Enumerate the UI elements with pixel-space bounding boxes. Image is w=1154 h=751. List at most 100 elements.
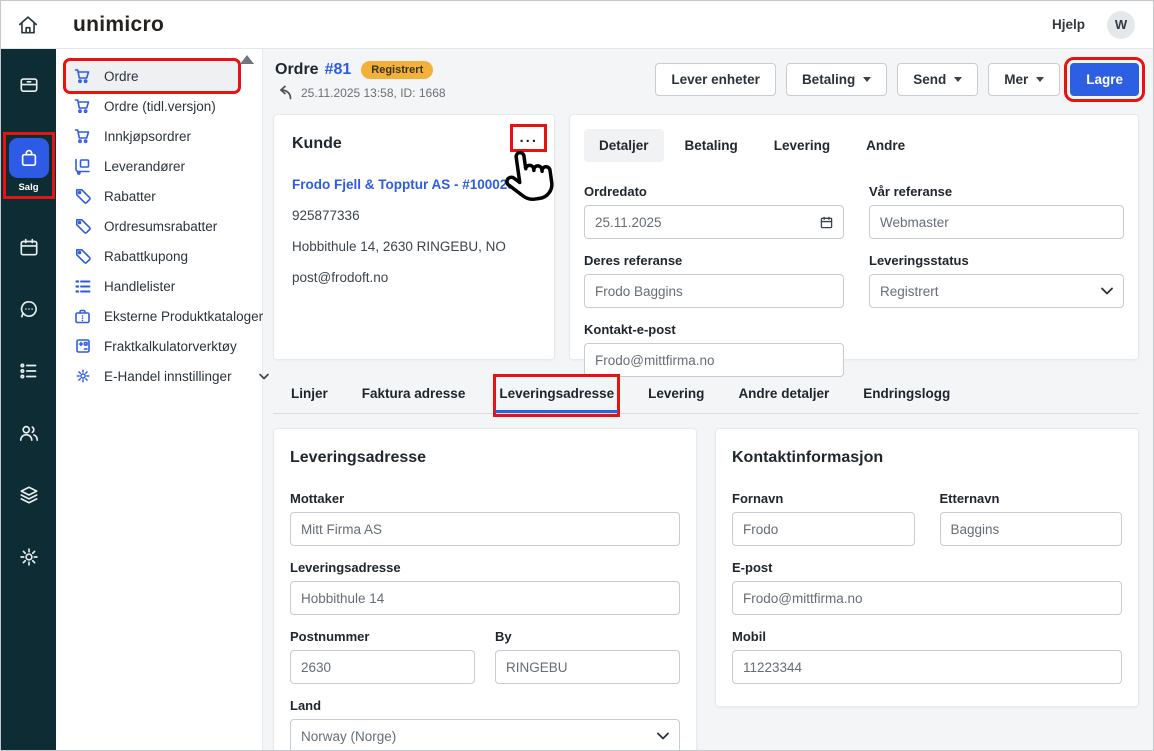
deres-referanse-label: Deres referanse: [584, 253, 844, 268]
sidebar-item-ehandel-innstillinger[interactable]: E-Handel innstillinger: [66, 361, 238, 391]
sidebar-item-label: Ordresumsrabatter: [104, 219, 217, 234]
chevron-down-icon: [259, 373, 269, 380]
contact-info-card: Kontaktinformasjon Fornavn Frodo Etterna…: [715, 428, 1139, 707]
fornavn-label: Fornavn: [732, 491, 915, 506]
customer-org-number: 925877336: [292, 208, 536, 223]
cart-icon: [74, 128, 91, 144]
kontakt-epost-label: Kontakt-e-post: [584, 322, 844, 337]
tab-faktura-adresse[interactable]: Faktura adresse: [360, 378, 468, 413]
iconbar-item-salg[interactable]: Salg: [6, 135, 52, 196]
sidebar-menu: Ordre Ordre (tidl.versjon) Innkjøpsordre…: [56, 49, 263, 750]
tag-icon: [74, 218, 91, 234]
calendar-icon[interactable]: [820, 216, 833, 229]
order-details-card: Detaljer Betaling Levering Andre Ordreda…: [569, 114, 1139, 360]
home-icon: [17, 14, 39, 36]
app-window: unimicro Hjelp W Salg: [0, 0, 1154, 751]
iconbar-item-people[interactable]: [18, 422, 40, 444]
briefcase-icon: [74, 308, 91, 324]
iconbar: Salg: [1, 49, 56, 750]
back-button[interactable]: [275, 85, 293, 100]
etternavn-input[interactable]: Baggins: [940, 512, 1123, 546]
home-button[interactable]: [1, 14, 55, 36]
cash-drawer-icon: [18, 73, 40, 95]
sidebar-item-rabattkupong[interactable]: Rabattkupong: [66, 241, 238, 271]
customer-address: Hobbithule 14, 2630 RINGEBU, NO: [292, 239, 536, 254]
tab-endringslogg[interactable]: Endringslogg: [861, 378, 952, 413]
by-input[interactable]: RINGEBU: [495, 650, 680, 684]
chat-icon: [18, 298, 40, 320]
sidebar-item-label: Rabattkupong: [104, 249, 188, 264]
delivery-card-title: Leveringsadresse: [290, 449, 680, 467]
menu-collapse-button[interactable]: [240, 55, 254, 64]
tab-detaljer[interactable]: Detaljer: [584, 129, 664, 162]
leveringsstatus-label: Leveringsstatus: [869, 253, 1124, 268]
help-link[interactable]: Hjelp: [1052, 17, 1085, 32]
calculator-icon: [74, 338, 91, 354]
leveringsadresse-input[interactable]: Hobbithule 14: [290, 581, 680, 615]
iconbar-item-calendar[interactable]: [18, 236, 40, 258]
chevron-down-icon: [657, 732, 669, 740]
sidebar-item-label: Ordre: [104, 69, 139, 84]
iconbar-item-tasks[interactable]: [18, 360, 40, 382]
gear-icon: [18, 546, 40, 568]
lever-enheter-button[interactable]: Lever enheter: [655, 63, 776, 96]
calendar-icon: [18, 236, 40, 258]
tag-icon: [74, 248, 91, 264]
sidebar-item-label: Fraktkalkulatorverktøy: [104, 339, 237, 354]
page-title: Ordre: [275, 61, 319, 79]
lagre-button[interactable]: Lagre: [1070, 63, 1139, 96]
ordredato-input[interactable]: 25.11.2025: [584, 205, 844, 239]
land-label: Land: [290, 698, 680, 713]
iconbar-item-layers[interactable]: [18, 484, 40, 506]
tab-levering-sub[interactable]: Levering: [646, 378, 706, 413]
mottaker-input[interactable]: Mitt Firma AS: [290, 512, 680, 546]
sidebar-item-label: E-Handel innstillinger: [104, 369, 232, 384]
tab-andre-detaljer[interactable]: Andre detaljer: [736, 378, 831, 413]
avatar[interactable]: W: [1107, 11, 1135, 39]
betaling-button[interactable]: Betaling: [786, 63, 887, 96]
ordredato-label: Ordredato: [584, 184, 844, 199]
iconbar-item-chat[interactable]: [18, 298, 40, 320]
leveringsstatus-select[interactable]: Registrert: [869, 274, 1124, 308]
sidebar-item-fraktkalkulatorverktoy[interactable]: Fraktkalkulatorverktøy: [66, 331, 238, 361]
tag-icon: [74, 188, 91, 204]
tab-andre[interactable]: Andre: [851, 129, 920, 162]
deres-referanse-input[interactable]: Frodo Baggins: [584, 274, 844, 308]
postnummer-input[interactable]: 2630: [290, 650, 475, 684]
mer-button[interactable]: Mer: [988, 63, 1060, 96]
sidebar-item-ordre-tidl-versjon[interactable]: Ordre (tidl.versjon): [66, 91, 238, 121]
sidebar-item-eksterne-produktkataloger[interactable]: Eksterne Produktkataloger: [66, 301, 238, 331]
var-referanse-input[interactable]: Webmaster: [869, 205, 1124, 239]
tab-leveringsadresse[interactable]: Leveringsadresse: [497, 378, 616, 413]
iconbar-item-drawer[interactable]: [18, 73, 40, 95]
send-button[interactable]: Send: [897, 63, 978, 96]
cart-icon: [74, 68, 91, 84]
fornavn-input[interactable]: Frodo: [732, 512, 915, 546]
epost-label: E-post: [732, 560, 1122, 575]
caret-down-icon: [863, 77, 871, 82]
customer-name-link[interactable]: Frodo Fjell & Topptur AS - #100028: [292, 177, 536, 192]
task-list-icon: [18, 360, 40, 382]
main-content: Ordre #81 Registrert 25.11.2025 13:58, I…: [263, 49, 1153, 750]
sidebar-item-leverandorer[interactable]: Leverandører: [66, 151, 238, 181]
kontakt-epost-input[interactable]: Frodo@mittfirma.no: [584, 343, 844, 377]
salg-tile[interactable]: [9, 138, 49, 178]
iconbar-item-settings[interactable]: [18, 546, 40, 568]
sidebar-item-innkjopsordrer[interactable]: Innkjøpsordrer: [66, 121, 238, 151]
tab-linjer[interactable]: Linjer: [289, 378, 330, 413]
chevron-down-icon: [1101, 287, 1113, 295]
sidebar-item-ordre[interactable]: Ordre: [66, 61, 238, 91]
sidebar-item-handlelister[interactable]: Handlelister: [66, 271, 238, 301]
sidebar-item-rabatter[interactable]: Rabatter: [66, 181, 238, 211]
sidebar-item-ordresumsrabatter[interactable]: Ordresumsrabatter: [66, 211, 238, 241]
order-meta: 25.11.2025 13:58, ID: 1668: [301, 86, 446, 100]
customer-menu-button[interactable]: ...: [519, 133, 538, 143]
cart-icon: [74, 98, 91, 114]
sidebar-item-label: Rabatter: [104, 189, 156, 204]
hand-cursor-icon: [500, 146, 557, 207]
epost-input[interactable]: Frodo@mittfirma.no: [732, 581, 1122, 615]
tab-betaling[interactable]: Betaling: [670, 129, 753, 162]
mobil-input[interactable]: 11223344: [732, 650, 1122, 684]
tab-levering[interactable]: Levering: [759, 129, 845, 162]
land-select[interactable]: Norway (Norge): [290, 719, 680, 750]
